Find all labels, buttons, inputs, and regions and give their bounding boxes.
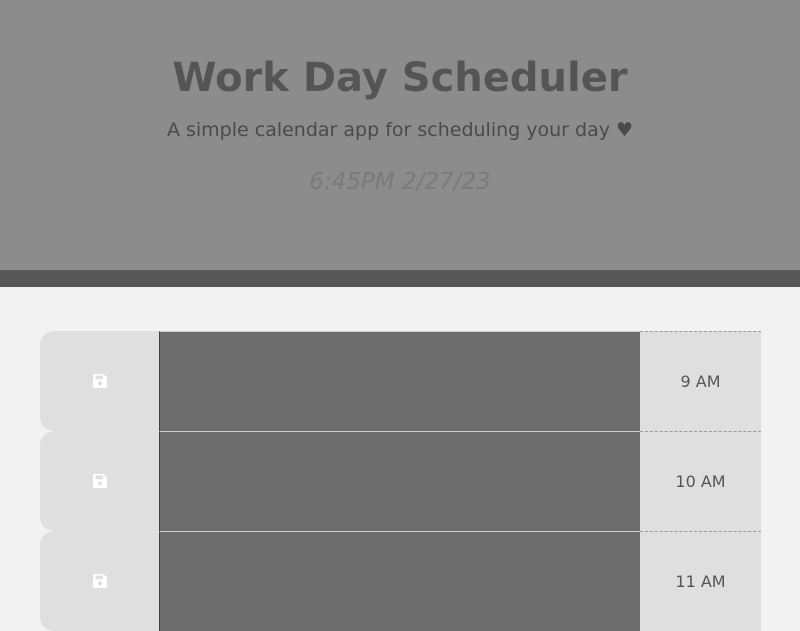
event-description-input[interactable] [159,331,640,431]
hour-label: 10 AM [640,431,761,531]
current-datetime: 6:45PM 2/27/23 [309,169,491,195]
floppy-disk-icon [92,574,107,588]
floppy-disk-icon [92,374,107,388]
subtitle: A simple calendar app for scheduling you… [166,119,634,141]
floppy-disk-icon [92,474,107,488]
time-block-11am: 11 AM [40,531,762,631]
save-button[interactable] [40,331,159,431]
hour-label: 11 AM [640,531,761,631]
header: Work Day Scheduler A simple calendar app… [0,0,800,270]
hour-label: 9 AM [640,331,761,431]
event-description-input[interactable] [159,431,640,531]
time-block-list: 9 AM 10 AM 11 AM [40,331,762,631]
time-block-10am: 10 AM [40,431,762,531]
time-block-9am: 9 AM [40,331,762,431]
save-button[interactable] [40,531,159,631]
event-description-input[interactable] [159,531,640,631]
page-title: Work Day Scheduler [172,55,628,101]
save-button[interactable] [40,431,159,531]
header-divider [0,270,800,287]
